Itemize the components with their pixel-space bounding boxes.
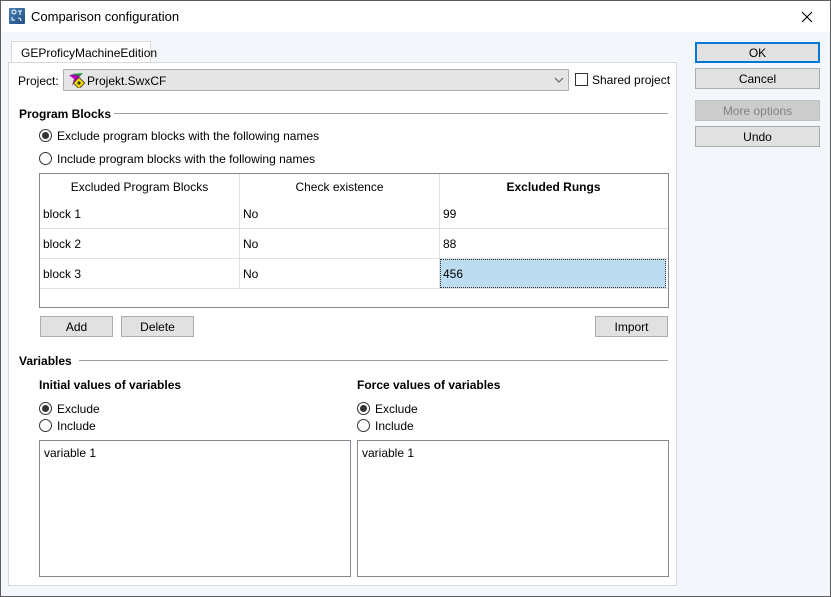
ok-button[interactable]: OK	[695, 42, 820, 63]
check-existence-cell[interactable]: No	[240, 229, 440, 258]
excluded-rungs-cell[interactable]: 99	[440, 199, 666, 228]
program-blocks-title: Program Blocks	[19, 107, 112, 121]
table-row[interactable]: block 2 No 88	[40, 229, 668, 259]
shared-project-checkbox[interactable]	[575, 73, 588, 86]
list-item[interactable]: variable 1	[44, 446, 96, 460]
program-blocks-divider	[114, 113, 668, 114]
shared-project-label[interactable]: Shared project	[592, 73, 670, 87]
undo-button[interactable]: Undo	[695, 126, 820, 147]
initial-exclude-radio[interactable]	[39, 402, 52, 415]
include-blocks-radio[interactable]	[39, 152, 52, 165]
force-exclude-radio[interactable]	[357, 402, 370, 415]
import-button[interactable]: Import	[595, 316, 668, 337]
list-item[interactable]: variable 1	[362, 446, 414, 460]
initial-include-label[interactable]: Include	[57, 419, 96, 433]
project-icon	[69, 73, 85, 88]
excluded-rungs-cell[interactable]: 88	[440, 229, 666, 258]
column-header-check[interactable]: Check existence	[240, 174, 440, 199]
program-blocks-grid: Excluded Program Blocks Check existence …	[39, 173, 669, 308]
cancel-button[interactable]: Cancel	[695, 68, 820, 89]
initial-include-radio[interactable]	[39, 419, 52, 432]
chevron-down-icon	[554, 77, 564, 83]
tab-geproficy[interactable]: GEProficyMachineEdition	[11, 41, 157, 63]
add-button[interactable]: Add	[40, 316, 113, 337]
close-button[interactable]	[784, 1, 830, 32]
more-options-button[interactable]: More options	[695, 100, 820, 121]
check-existence-cell[interactable]: No	[240, 259, 440, 288]
column-header-rungs[interactable]: Excluded Rungs	[440, 174, 667, 199]
initial-exclude-label[interactable]: Exclude	[57, 402, 100, 416]
block-name-cell[interactable]: block 3	[40, 259, 240, 288]
force-include-radio[interactable]	[357, 419, 370, 432]
delete-button[interactable]: Delete	[121, 316, 194, 337]
initial-values-title: Initial values of variables	[39, 378, 182, 392]
force-values-title: Force values of variables	[357, 378, 501, 392]
force-values-list[interactable]: variable 1	[357, 440, 669, 577]
grid-header: Excluded Program Blocks Check existence …	[40, 174, 668, 199]
title-bar: Comparison configuration	[1, 1, 830, 32]
project-value: Projekt.SwxCF	[87, 74, 167, 88]
table-row[interactable]: block 1 No 99	[40, 199, 668, 229]
exclude-blocks-label[interactable]: Exclude program blocks with the followin…	[57, 129, 319, 143]
excluded-rungs-cell-selected[interactable]: 456	[440, 259, 666, 288]
force-include-label[interactable]: Include	[375, 419, 414, 433]
check-existence-cell[interactable]: No	[240, 199, 440, 228]
force-exclude-label[interactable]: Exclude	[375, 402, 418, 416]
project-combobox[interactable]: Projekt.SwxCF	[63, 69, 569, 91]
project-label: Project:	[18, 74, 59, 88]
initial-values-list[interactable]: variable 1	[39, 440, 351, 577]
close-icon	[801, 11, 813, 22]
app-icon	[9, 8, 25, 24]
variables-divider	[79, 360, 668, 361]
window-title: Comparison configuration	[31, 9, 180, 24]
exclude-blocks-radio[interactable]	[39, 129, 52, 142]
table-row[interactable]: block 3 No 456	[40, 259, 668, 289]
block-name-cell[interactable]: block 1	[40, 199, 240, 228]
block-name-cell[interactable]: block 2	[40, 229, 240, 258]
comparison-config-dialog: Comparison configuration GEProficyMachin…	[0, 0, 831, 597]
include-blocks-label[interactable]: Include program blocks with the followin…	[57, 152, 315, 166]
column-header-blocks[interactable]: Excluded Program Blocks	[40, 174, 240, 199]
variables-title: Variables	[19, 354, 72, 368]
